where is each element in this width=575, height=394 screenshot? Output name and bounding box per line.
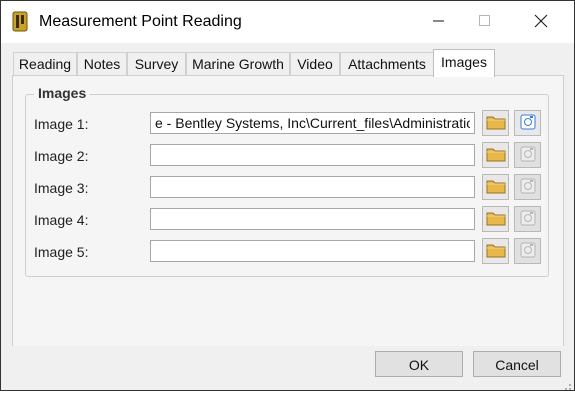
image-1-view-button[interactable] xyxy=(514,110,541,136)
measurement-app-icon xyxy=(11,11,31,33)
tab-survey[interactable]: Survey xyxy=(127,52,186,76)
image-view-icon xyxy=(519,241,537,262)
image-5-label: Image 5: xyxy=(34,244,89,260)
image-4-view-button[interactable] xyxy=(514,206,541,232)
image-4-browse-button[interactable] xyxy=(482,206,509,232)
image-row-2: Image 2: xyxy=(26,142,548,170)
tab-notes[interactable]: Notes xyxy=(77,52,127,76)
image-3-path-field[interactable] xyxy=(150,176,475,198)
folder-icon xyxy=(486,178,506,197)
image-row-1: Image 1: xyxy=(26,110,548,138)
tab-video[interactable]: Video xyxy=(290,52,340,76)
image-5-browse-button[interactable] xyxy=(482,238,509,264)
image-1-label: Image 1: xyxy=(34,116,89,132)
image-2-path-field[interactable] xyxy=(150,144,475,166)
minimize-button[interactable] xyxy=(416,1,462,43)
dialog-footer: OK Cancel xyxy=(1,346,574,390)
resize-grip-icon[interactable] xyxy=(562,378,572,390)
tab-attachments[interactable]: Attachments xyxy=(340,52,434,76)
image-row-4: Image 4: xyxy=(26,206,548,234)
image-4-label: Image 4: xyxy=(34,212,89,228)
folder-icon xyxy=(486,242,506,261)
ok-button[interactable]: OK xyxy=(375,351,463,377)
image-view-icon xyxy=(519,209,537,230)
image-3-label: Image 3: xyxy=(34,180,89,196)
image-2-view-button[interactable] xyxy=(514,142,541,168)
window-title: Measurement Point Reading xyxy=(39,13,242,30)
image-1-browse-button[interactable] xyxy=(482,110,509,136)
tab-images[interactable]: Images xyxy=(433,49,495,77)
tab-marine-growth[interactable]: Marine Growth xyxy=(186,52,290,76)
image-2-label: Image 2: xyxy=(34,148,89,164)
minimize-icon xyxy=(433,14,445,30)
folder-icon xyxy=(486,146,506,165)
tab-reading[interactable]: Reading xyxy=(13,52,77,76)
image-2-browse-button[interactable] xyxy=(482,142,509,168)
folder-icon xyxy=(486,210,506,229)
close-button[interactable] xyxy=(518,1,564,43)
image-5-view-button[interactable] xyxy=(514,238,541,264)
close-icon xyxy=(534,14,548,31)
dialog-window: Measurement Point Reading Reading Notes … xyxy=(0,0,575,391)
image-3-browse-button[interactable] xyxy=(482,174,509,200)
images-group: Images Image 1: Image 2: xyxy=(25,85,549,277)
image-row-3: Image 3: xyxy=(26,174,548,202)
images-tab-panel: Images Image 1: Image 2: xyxy=(12,75,564,347)
image-view-icon xyxy=(519,113,537,134)
image-1-path-field[interactable] xyxy=(150,112,475,134)
image-5-path-field[interactable] xyxy=(150,240,475,262)
image-3-view-button[interactable] xyxy=(514,174,541,200)
maximize-button[interactable] xyxy=(462,1,508,43)
title-bar: Measurement Point Reading xyxy=(1,1,574,43)
image-row-5: Image 5: xyxy=(26,238,548,266)
images-group-title: Images xyxy=(34,85,91,101)
folder-icon xyxy=(486,114,506,133)
image-view-icon xyxy=(519,177,537,198)
maximize-icon xyxy=(479,14,491,30)
image-4-path-field[interactable] xyxy=(150,208,475,230)
image-view-icon xyxy=(519,145,537,166)
cancel-button[interactable]: Cancel xyxy=(473,351,561,377)
